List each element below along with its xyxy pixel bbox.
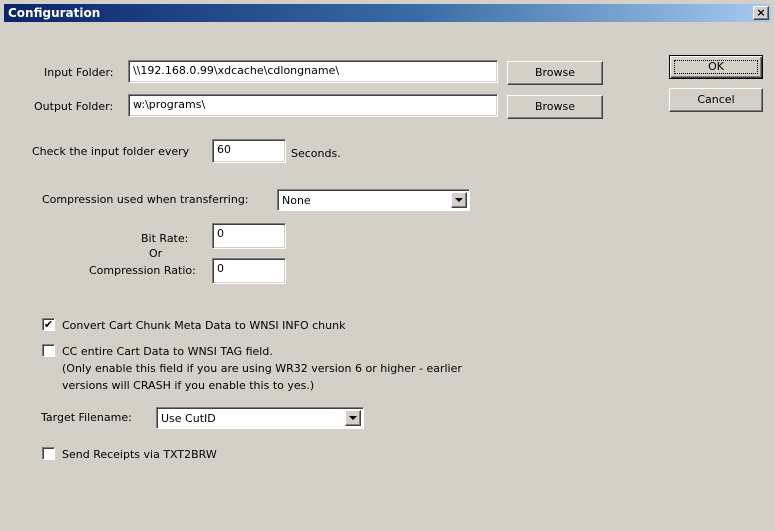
ok-button[interactable]: OK <box>669 55 763 79</box>
seconds-label: Seconds. <box>291 147 341 160</box>
output-browse-button[interactable]: Browse <box>507 95 603 119</box>
compression-label: Compression used when transferring: <box>42 193 249 206</box>
close-icon: × <box>756 6 766 19</box>
output-folder-field[interactable]: w:\programs\ <box>128 94 498 117</box>
close-button[interactable]: × <box>753 6 769 20</box>
check-interval-field[interactable]: 60 <box>212 139 286 163</box>
cc-entire-cart-note-line1: (Only enable this field if you are using… <box>62 362 462 375</box>
cc-entire-cart-checkbox[interactable] <box>42 344 55 357</box>
or-label: Or <box>149 247 163 260</box>
window-title: Configuration <box>8 6 101 20</box>
chevron-down-icon[interactable] <box>451 192 467 208</box>
compression-selected-value: None <box>282 194 311 207</box>
cc-entire-cart-note-line2: versions will CRASH if you enable this t… <box>62 379 315 392</box>
cc-entire-cart-label: CC entire Cart Data to WNSI TAG field. <box>62 345 273 358</box>
compression-ratio-label: Compression Ratio: <box>89 264 196 277</box>
cancel-button[interactable]: Cancel <box>669 88 763 112</box>
compression-ratio-field[interactable]: 0 <box>212 258 286 284</box>
compression-select[interactable]: None <box>277 189 470 211</box>
target-filename-label: Target Filename: <box>41 411 132 424</box>
send-receipts-checkbox[interactable] <box>42 447 55 460</box>
title-bar[interactable]: Configuration × <box>4 4 771 22</box>
target-filename-select[interactable]: Use CutID <box>156 407 364 429</box>
convert-cart-chunk-label: Convert Cart Chunk Meta Data to WNSI INF… <box>62 319 346 332</box>
send-receipts-label: Send Receipts via TXT2BRW <box>62 448 217 461</box>
focus-indicator <box>674 60 758 74</box>
bit-rate-field[interactable]: 0 <box>212 223 286 249</box>
checkmark-icon: ✔ <box>43 318 54 331</box>
input-folder-field[interactable]: \\192.168.0.99\xdcache\cdlongname\ <box>128 60 498 83</box>
output-folder-label: Output Folder: <box>34 100 114 113</box>
configuration-dialog: Configuration × Input Folder: \\192.168.… <box>0 0 775 531</box>
check-interval-label: Check the input folder every <box>32 145 190 158</box>
input-folder-label: Input Folder: <box>44 66 114 79</box>
target-filename-selected-value: Use CutID <box>161 412 216 425</box>
convert-cart-chunk-checkbox[interactable]: ✔ <box>42 318 55 331</box>
chevron-down-icon[interactable] <box>345 410 361 426</box>
input-browse-button[interactable]: Browse <box>507 61 603 85</box>
bit-rate-label: Bit Rate: <box>141 232 189 245</box>
